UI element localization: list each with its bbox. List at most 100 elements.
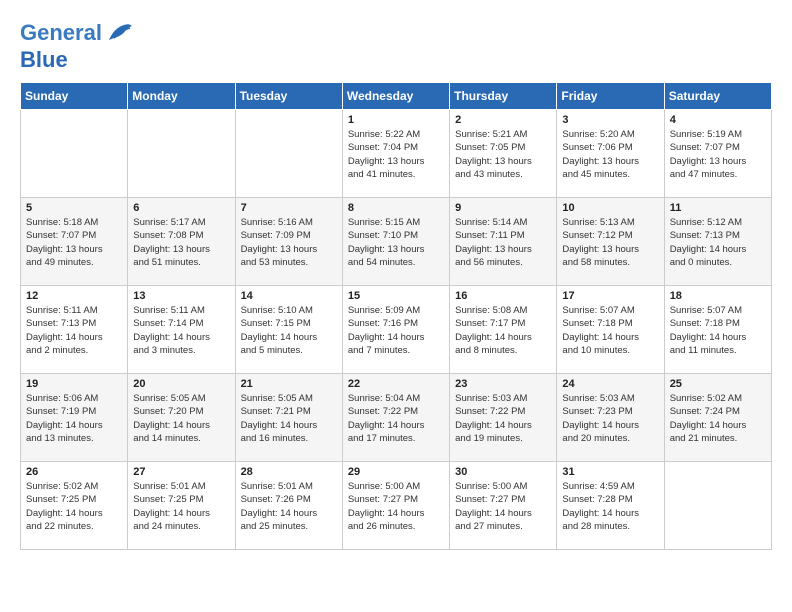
day-info: Sunrise: 5:05 AM Sunset: 7:20 PM Dayligh… [133, 392, 229, 445]
day-number: 6 [133, 202, 229, 214]
calendar-cell: 2 Sunrise: 5:21 AM Sunset: 7:05 PM Daylig… [450, 110, 557, 198]
day-number: 1 [348, 114, 444, 126]
day-number: 16 [455, 290, 551, 302]
day-number: 21 [241, 378, 337, 390]
day-number: 29 [348, 466, 444, 478]
day-info: Sunrise: 5:12 AM Sunset: 7:13 PM Dayligh… [670, 216, 766, 269]
calendar-header-cell: Saturday [664, 83, 771, 110]
calendar-week-row: 19Sunrise: 5:06 AM Sunset: 7:19 PM Dayli… [21, 374, 772, 462]
day-number: 19 [26, 378, 122, 390]
day-info: Sunrise: 5:01 AM Sunset: 7:26 PM Dayligh… [241, 480, 337, 533]
day-number: 4 [670, 114, 766, 126]
day-info: Sunrise: 5:04 AM Sunset: 7:22 PM Dayligh… [348, 392, 444, 445]
page-header: General Blue [20, 20, 772, 72]
calendar-cell: 17Sunrise: 5:07 AM Sunset: 7:18 PM Dayli… [557, 286, 664, 374]
calendar-cell: 26 Sunrise: 5:02 AM Sunset: 7:25 PM Dayli… [21, 462, 128, 550]
calendar-cell: 7 Sunrise: 5:16 AM Sunset: 7:09 PM Daylig… [235, 198, 342, 286]
day-number: 3 [562, 114, 658, 126]
day-info: Sunrise: 5:14 AM Sunset: 7:11 PM Dayligh… [455, 216, 551, 269]
day-info: Sunrise: 5:00 AM Sunset: 7:27 PM Dayligh… [348, 480, 444, 533]
day-number: 11 [670, 202, 766, 214]
calendar-cell: 20 Sunrise: 5:05 AM Sunset: 7:20 PM Dayli… [128, 374, 235, 462]
calendar-cell: 16 Sunrise: 5:08 AM Sunset: 7:17 PM Dayli… [450, 286, 557, 374]
logo: General Blue [20, 20, 134, 72]
day-number: 17 [562, 290, 658, 302]
day-info: Sunrise: 5:13 AM Sunset: 7:12 PM Dayligh… [562, 216, 658, 269]
day-number: 8 [348, 202, 444, 214]
calendar-header-row: SundayMondayTuesdayWednesdayThursdayFrid… [21, 83, 772, 110]
calendar-cell: 6 Sunrise: 5:17 AM Sunset: 7:08 PM Daylig… [128, 198, 235, 286]
calendar-cell: 21 Sunrise: 5:05 AM Sunset: 7:21 PM Dayli… [235, 374, 342, 462]
day-info: Sunrise: 4:59 AM Sunset: 7:28 PM Dayligh… [562, 480, 658, 533]
day-info: Sunrise: 5:16 AM Sunset: 7:09 PM Dayligh… [241, 216, 337, 269]
logo-text: General Blue [20, 20, 134, 72]
calendar-cell [235, 110, 342, 198]
calendar-cell: 1 Sunrise: 5:22 AM Sunset: 7:04 PM Daylig… [342, 110, 449, 198]
calendar-cell: 19Sunrise: 5:06 AM Sunset: 7:19 PM Dayli… [21, 374, 128, 462]
calendar-cell: 22 Sunrise: 5:04 AM Sunset: 7:22 PM Dayli… [342, 374, 449, 462]
calendar-cell [664, 462, 771, 550]
day-number: 15 [348, 290, 444, 302]
day-info: Sunrise: 5:02 AM Sunset: 7:25 PM Dayligh… [26, 480, 122, 533]
day-number: 30 [455, 466, 551, 478]
day-info: Sunrise: 5:00 AM Sunset: 7:27 PM Dayligh… [455, 480, 551, 533]
day-number: 26 [26, 466, 122, 478]
calendar-cell: 24 Sunrise: 5:03 AM Sunset: 7:23 PM Dayli… [557, 374, 664, 462]
calendar-week-row: 26 Sunrise: 5:02 AM Sunset: 7:25 PM Dayli… [21, 462, 772, 550]
day-number: 7 [241, 202, 337, 214]
day-info: Sunrise: 5:03 AM Sunset: 7:23 PM Dayligh… [562, 392, 658, 445]
day-info: Sunrise: 5:22 AM Sunset: 7:04 PM Dayligh… [348, 128, 444, 181]
day-info: Sunrise: 5:07 AM Sunset: 7:18 PM Dayligh… [670, 304, 766, 357]
calendar-header-cell: Friday [557, 83, 664, 110]
calendar-header-cell: Sunday [21, 83, 128, 110]
day-info: Sunrise: 5:19 AM Sunset: 7:07 PM Dayligh… [670, 128, 766, 181]
day-number: 13 [133, 290, 229, 302]
calendar-cell: 31Sunrise: 4:59 AM Sunset: 7:28 PM Dayli… [557, 462, 664, 550]
calendar-cell: 5 Sunrise: 5:18 AM Sunset: 7:07 PM Daylig… [21, 198, 128, 286]
calendar-week-row: 12 Sunrise: 5:11 AM Sunset: 7:13 PM Dayli… [21, 286, 772, 374]
calendar-cell: 29 Sunrise: 5:00 AM Sunset: 7:27 PM Dayli… [342, 462, 449, 550]
day-number: 10 [562, 202, 658, 214]
day-number: 12 [26, 290, 122, 302]
day-info: Sunrise: 5:10 AM Sunset: 7:15 PM Dayligh… [241, 304, 337, 357]
day-info: Sunrise: 5:18 AM Sunset: 7:07 PM Dayligh… [26, 216, 122, 269]
day-info: Sunrise: 5:01 AM Sunset: 7:25 PM Dayligh… [133, 480, 229, 533]
calendar-cell: 13 Sunrise: 5:11 AM Sunset: 7:14 PM Dayli… [128, 286, 235, 374]
calendar-cell: 15 Sunrise: 5:09 AM Sunset: 7:16 PM Dayli… [342, 286, 449, 374]
calendar-header-cell: Monday [128, 83, 235, 110]
calendar-week-row: 1 Sunrise: 5:22 AM Sunset: 7:04 PM Daylig… [21, 110, 772, 198]
day-info: Sunrise: 5:09 AM Sunset: 7:16 PM Dayligh… [348, 304, 444, 357]
calendar-cell: 10 Sunrise: 5:13 AM Sunset: 7:12 PM Dayli… [557, 198, 664, 286]
calendar-cell: 8 Sunrise: 5:15 AM Sunset: 7:10 PM Daylig… [342, 198, 449, 286]
day-number: 25 [670, 378, 766, 390]
calendar-cell: 14 Sunrise: 5:10 AM Sunset: 7:15 PM Dayli… [235, 286, 342, 374]
day-number: 23 [455, 378, 551, 390]
day-number: 22 [348, 378, 444, 390]
day-info: Sunrise: 5:11 AM Sunset: 7:13 PM Dayligh… [26, 304, 122, 357]
calendar-cell: 4 Sunrise: 5:19 AM Sunset: 7:07 PM Daylig… [664, 110, 771, 198]
day-number: 18 [670, 290, 766, 302]
calendar-cell: 25 Sunrise: 5:02 AM Sunset: 7:24 PM Dayli… [664, 374, 771, 462]
calendar-cell: 11 Sunrise: 5:12 AM Sunset: 7:13 PM Dayli… [664, 198, 771, 286]
calendar-cell: 23Sunrise: 5:03 AM Sunset: 7:22 PM Dayli… [450, 374, 557, 462]
day-info: Sunrise: 5:20 AM Sunset: 7:06 PM Dayligh… [562, 128, 658, 181]
day-info: Sunrise: 5:21 AM Sunset: 7:05 PM Dayligh… [455, 128, 551, 181]
calendar-cell: 28 Sunrise: 5:01 AM Sunset: 7:26 PM Dayli… [235, 462, 342, 550]
calendar-header-cell: Thursday [450, 83, 557, 110]
day-info: Sunrise: 5:11 AM Sunset: 7:14 PM Dayligh… [133, 304, 229, 357]
day-number: 5 [26, 202, 122, 214]
calendar-header-cell: Wednesday [342, 83, 449, 110]
day-info: Sunrise: 5:17 AM Sunset: 7:08 PM Dayligh… [133, 216, 229, 269]
day-number: 14 [241, 290, 337, 302]
day-number: 20 [133, 378, 229, 390]
day-number: 24 [562, 378, 658, 390]
day-info: Sunrise: 5:15 AM Sunset: 7:10 PM Dayligh… [348, 216, 444, 269]
day-number: 2 [455, 114, 551, 126]
calendar-cell: 18 Sunrise: 5:07 AM Sunset: 7:18 PM Dayli… [664, 286, 771, 374]
day-number: 9 [455, 202, 551, 214]
day-info: Sunrise: 5:05 AM Sunset: 7:21 PM Dayligh… [241, 392, 337, 445]
calendar-week-row: 5 Sunrise: 5:18 AM Sunset: 7:07 PM Daylig… [21, 198, 772, 286]
day-number: 28 [241, 466, 337, 478]
day-info: Sunrise: 5:02 AM Sunset: 7:24 PM Dayligh… [670, 392, 766, 445]
day-info: Sunrise: 5:08 AM Sunset: 7:17 PM Dayligh… [455, 304, 551, 357]
